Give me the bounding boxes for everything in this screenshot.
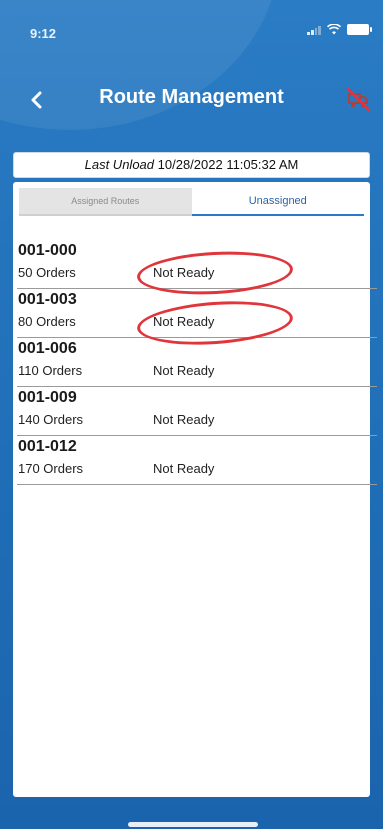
- route-orders: 110 Orders: [18, 363, 83, 378]
- home-indicator: [128, 822, 258, 827]
- route-id: 001-009: [18, 389, 77, 406]
- list-item[interactable]: 001-009 140 Orders Not Ready: [17, 387, 377, 436]
- last-unload-banner: Last Unload 10/28/2022 11:05:32 AM: [13, 152, 370, 178]
- status-icons: [307, 24, 372, 35]
- truck-off-icon[interactable]: [345, 86, 371, 112]
- routes-card: Assigned Routes Unassigned 001-000 50 Or…: [13, 182, 377, 797]
- route-orders: 50 Orders: [18, 265, 76, 280]
- last-unload-value: 10/28/2022 11:05:32 AM: [157, 157, 299, 172]
- battery-icon: [347, 24, 372, 35]
- page-title: Route Management: [99, 86, 284, 108]
- list-item[interactable]: 001-012 170 Orders Not Ready: [17, 436, 377, 485]
- route-status: Not Ready: [153, 461, 215, 476]
- route-orders: 80 Orders: [18, 314, 76, 329]
- status-time: 9:12: [30, 26, 57, 41]
- route-orders: 170 Orders: [18, 461, 84, 476]
- route-status: Not Ready: [153, 363, 215, 378]
- wifi-icon: [327, 24, 341, 35]
- route-orders: 140 Orders: [18, 412, 84, 427]
- route-status: Not Ready: [153, 412, 215, 427]
- phone-screen: 9:12 Route Management Last Unload 10/28/…: [0, 0, 383, 829]
- tab-assigned-routes[interactable]: Assigned Routes: [19, 188, 192, 216]
- route-id: 001-012: [18, 438, 77, 455]
- route-id: 001-000: [18, 242, 77, 259]
- nav-bar: Route Management: [0, 80, 383, 120]
- last-unload-label: Last Unload: [84, 157, 155, 172]
- list-item[interactable]: 001-006 110 Orders Not Ready: [17, 338, 377, 387]
- tab-unassigned[interactable]: Unassigned: [191, 188, 364, 216]
- status-bar: 9:12: [0, 0, 383, 60]
- route-id: 001-003: [18, 291, 77, 308]
- route-id: 001-006: [18, 340, 77, 357]
- signal-icon: [307, 25, 321, 35]
- route-tabs: Assigned Routes Unassigned: [19, 188, 364, 216]
